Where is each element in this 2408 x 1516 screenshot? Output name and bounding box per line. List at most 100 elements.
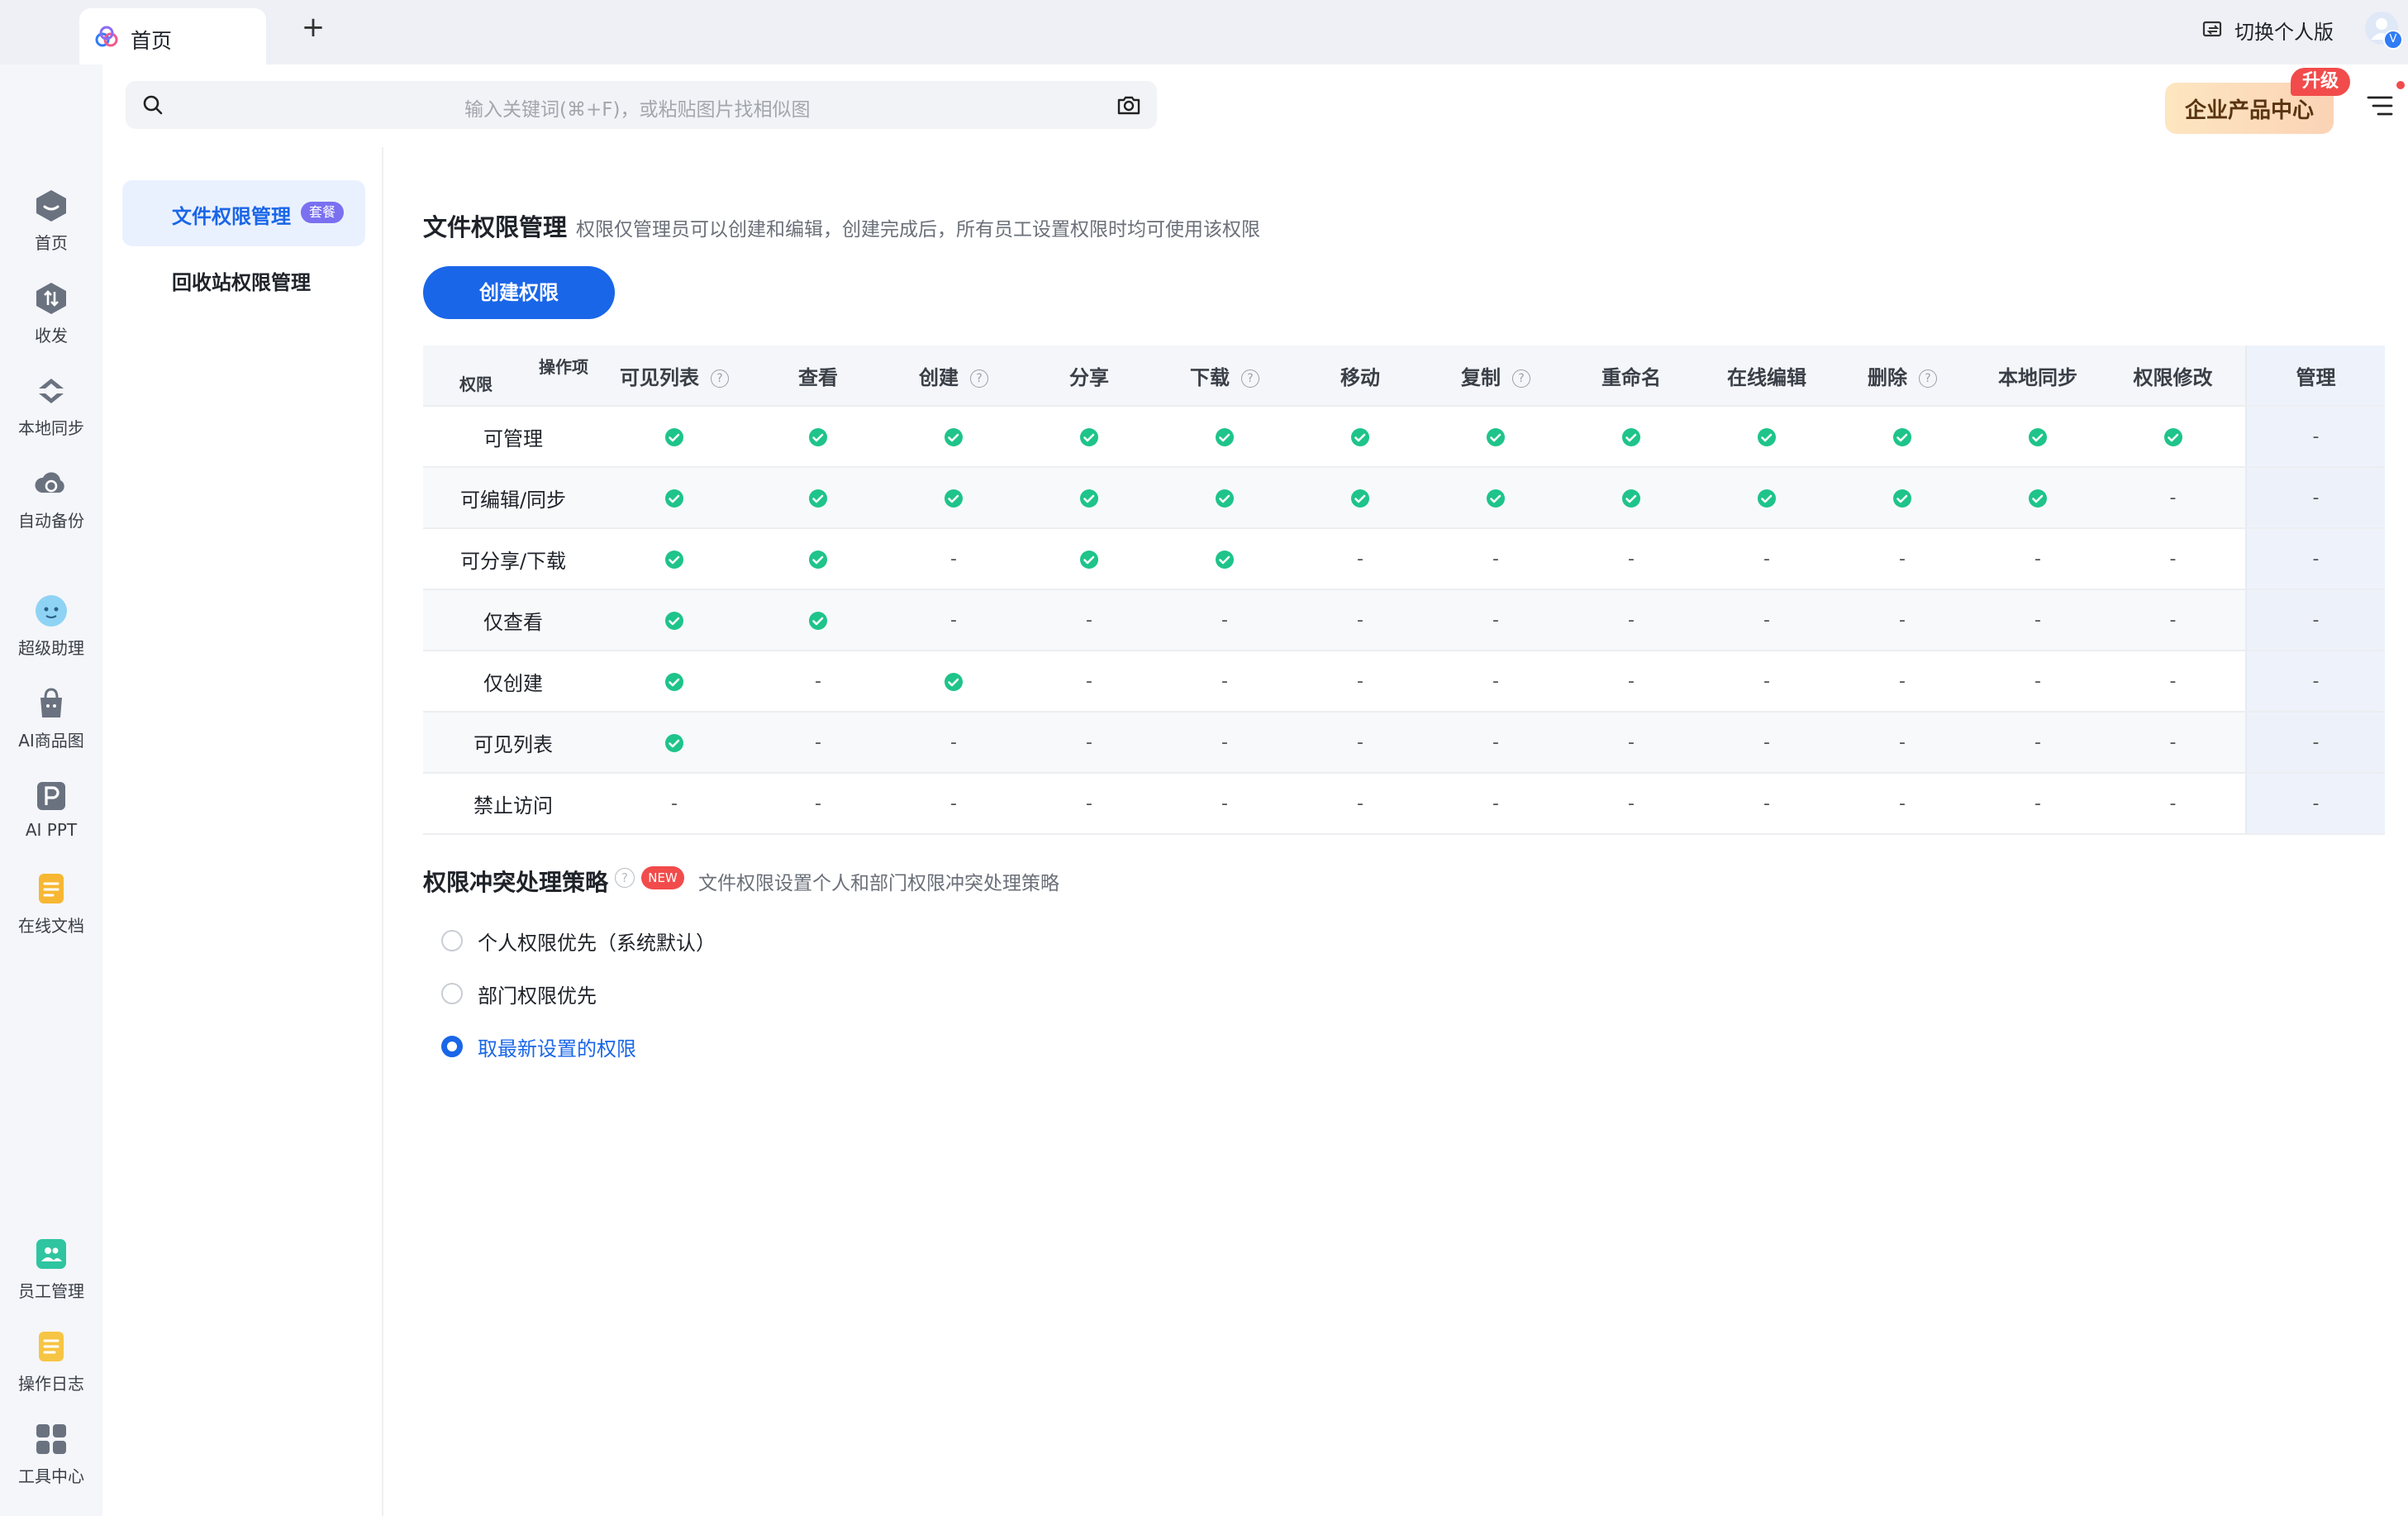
- sidebar-item-online-doc[interactable]: 在线文档: [0, 870, 102, 937]
- tools-icon: [36, 1424, 66, 1454]
- check-icon: [1559, 406, 1704, 468]
- sidebar-item-sync[interactable]: 本地同步: [0, 372, 102, 439]
- empty-mark: -: [2312, 671, 2320, 692]
- sidebar-item-ai-product[interactable]: AI商品图: [0, 684, 102, 751]
- sidebar-item-transfer[interactable]: 收发: [0, 279, 102, 346]
- search-bar[interactable]: 输入关键词(⌘+F)，或粘贴图片找相似图: [126, 81, 1157, 129]
- column-header: 创建?: [891, 346, 1016, 407]
- check-icon: [1893, 489, 1911, 508]
- empty-cell: -: [1162, 773, 1287, 835]
- check-icon: [1830, 467, 1975, 529]
- empty-cell: -: [1704, 773, 1830, 835]
- radio-button[interactable]: [441, 983, 463, 1004]
- check-icon: [1758, 489, 1776, 508]
- log-icon: [39, 1332, 64, 1361]
- empty-mark: -: [1492, 610, 1499, 631]
- empty-mark: -: [1357, 549, 1363, 570]
- check-icon: [809, 550, 827, 569]
- switch-personal-button[interactable]: 切换个人版: [2201, 15, 2334, 45]
- help-icon[interactable]: ?: [711, 369, 729, 388]
- radio-button-selected[interactable]: [441, 1036, 463, 1057]
- column-header: 重命名: [1559, 346, 1704, 407]
- sync-icon: [39, 379, 64, 403]
- check-icon: [809, 427, 827, 446]
- check-icon: [665, 489, 683, 508]
- empty-mark: -: [1086, 671, 1092, 692]
- avatar[interactable]: V: [2365, 12, 2403, 50]
- check-icon: [1216, 427, 1234, 446]
- sidebar-item-home[interactable]: 首页: [0, 187, 102, 254]
- online-doc-icon: [39, 874, 64, 903]
- empty-mark: -: [1357, 732, 1363, 753]
- empty-cell: -: [2101, 589, 2246, 651]
- sidebar-item-log[interactable]: 操作日志: [0, 1328, 102, 1394]
- page-description: 权限仅管理员可以创建和编辑，创建完成后，所有员工设置权限时均可使用该权限: [576, 219, 1260, 241]
- check-icon: [745, 406, 891, 468]
- empty-mark: -: [2034, 671, 2041, 692]
- radio-latest-setting[interactable]: 取最新设置的权限: [441, 1032, 636, 1061]
- check-icon: [891, 467, 1016, 529]
- sidebar-item-tools[interactable]: 工具中心: [0, 1420, 102, 1487]
- submenu-recycle-permission[interactable]: 回收站权限管理: [122, 246, 365, 312]
- table-header: 操作项 权限 可见列表? 查看 创建? 分享 下载? 移动 复制? 重命名 在线编辑 删除? 本地同步权…: [423, 346, 2385, 407]
- row-label: 可管理: [423, 406, 603, 468]
- new-badge: NEW: [641, 866, 684, 889]
- empty-cell: -: [603, 773, 745, 835]
- empty-cell: -: [1975, 773, 2101, 835]
- assistant-icon: [36, 595, 67, 627]
- tab-home[interactable]: 首页: [79, 8, 266, 64]
- package-badge: 套餐: [301, 202, 345, 223]
- help-icon[interactable]: ?: [970, 369, 988, 388]
- check-icon: [665, 611, 683, 630]
- check-icon: [603, 528, 745, 590]
- sidebar-item-ai-ppt[interactable]: AI PPT: [0, 777, 102, 840]
- upgrade-badge[interactable]: 升级: [2291, 68, 2350, 96]
- tab-bar: 首页 + 切换个人版 V: [0, 0, 2408, 64]
- empty-mark: -: [2034, 732, 2041, 753]
- empty-cell: -: [1559, 712, 1704, 774]
- empty-mark: -: [1899, 610, 1906, 631]
- check-icon: [1622, 489, 1640, 508]
- sidebar-item-backup[interactable]: 自动备份: [0, 465, 102, 532]
- column-header-label: 权限修改: [2133, 365, 2213, 389]
- empty-mark: -: [1086, 794, 1092, 814]
- column-header-label: 移动: [1340, 365, 1380, 389]
- radio-personal-priority[interactable]: 个人权限优先（系统默认）: [441, 926, 716, 956]
- search-input[interactable]: 输入关键词(⌘+F)，或粘贴图片找相似图: [464, 93, 810, 122]
- plus-icon[interactable]: +: [299, 13, 327, 41]
- camera-icon[interactable]: [1116, 92, 1142, 118]
- column-header: 删除?: [1830, 346, 1975, 407]
- empty-mark: -: [815, 671, 821, 692]
- empty-cell: -: [1559, 773, 1704, 835]
- radio-button[interactable]: [441, 930, 463, 951]
- empty-cell: -: [1830, 589, 1975, 651]
- help-icon[interactable]: ?: [1512, 369, 1530, 388]
- submenu-file-permission[interactable]: 文件权限管理 套餐: [122, 180, 365, 246]
- create-permission-button[interactable]: 创建权限: [423, 266, 615, 319]
- empty-cell: -: [1433, 528, 1559, 590]
- empty-mark: -: [2169, 488, 2177, 508]
- help-icon[interactable]: ?: [615, 868, 635, 888]
- empty-cell: -: [745, 651, 891, 713]
- check-icon: [1975, 467, 2101, 529]
- help-icon[interactable]: ?: [1241, 369, 1259, 388]
- table-row: 仅查看 - - - - - - - - - - -: [423, 589, 2385, 651]
- check-icon: [665, 427, 683, 446]
- sidebar-item-assistant[interactable]: 超级助理: [0, 592, 102, 659]
- empty-cell: -: [1975, 528, 2101, 590]
- radio-department-priority[interactable]: 部门权限优先: [441, 979, 597, 1008]
- check-icon: [1433, 406, 1559, 468]
- empty-cell: -: [2245, 528, 2385, 590]
- empty-cell: -: [1162, 589, 1287, 651]
- menu-icon[interactable]: [2365, 93, 2395, 119]
- check-icon: [945, 489, 963, 508]
- check-icon: [603, 406, 745, 468]
- sidebar-item-staff[interactable]: 员工管理: [0, 1235, 102, 1302]
- column-header-label: 重命名: [1601, 365, 1661, 389]
- sidebar: 首页 收发 本地同步 自动备份 超级助理 AI商品图 AI PPT 在线文档 员…: [0, 64, 102, 1516]
- empty-cell: -: [1433, 712, 1559, 774]
- empty-cell: -: [1559, 528, 1704, 590]
- help-icon[interactable]: ?: [1919, 369, 1937, 388]
- table-row: 禁止访问 - - - - - - - - - - - - -: [423, 773, 2385, 835]
- check-icon: [665, 550, 683, 569]
